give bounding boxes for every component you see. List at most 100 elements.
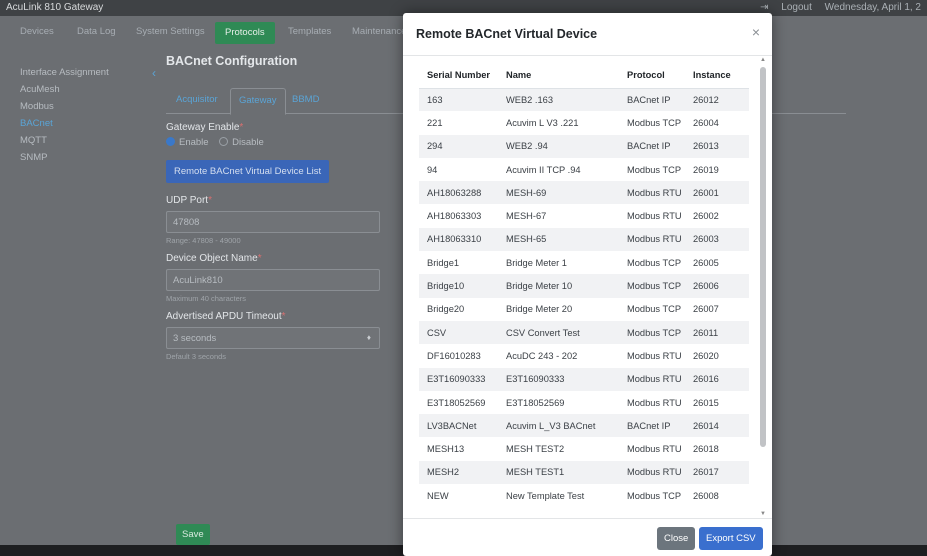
cell-instance: 26012 bbox=[685, 88, 749, 112]
close-button[interactable]: Close bbox=[657, 527, 696, 550]
cell-instance: 26007 bbox=[693, 304, 719, 315]
sidebar-item-mqtt[interactable]: MQTT bbox=[12, 132, 142, 149]
cell-protocol: Modbus RTU bbox=[627, 444, 682, 455]
scrollbar-thumb[interactable] bbox=[760, 67, 766, 447]
table-row[interactable]: 294 WEB2 .94 BACnet IP 26013 bbox=[419, 134, 749, 158]
cell-serial-number: E3T16090333 bbox=[419, 367, 498, 391]
cell-serial-number: AH18063288 bbox=[419, 181, 498, 205]
cell-serial-number: MESH2 bbox=[419, 460, 498, 485]
table-row[interactable]: LV3BACNet Acuvim L_V3 BACnet BACnet IP 2601… bbox=[419, 414, 749, 438]
table-row[interactable]: AH18063303 MESH-67 Modbus RTU 26002 bbox=[419, 204, 749, 227]
cell-instance: 26015 bbox=[693, 397, 719, 408]
cell-protocol: BACnet IP bbox=[619, 88, 685, 112]
nav-system-settings[interactable]: System Settings bbox=[136, 26, 205, 37]
cell-instance: 26011 bbox=[685, 320, 749, 345]
sidebar-item-modbus[interactable]: Modbus bbox=[12, 98, 142, 115]
nav-data-log[interactable]: Data Log bbox=[77, 26, 116, 37]
udp-port-label: UDP Port* bbox=[166, 195, 212, 206]
table-row[interactable]: NEW New Template Test Modbus TCP 26008 bbox=[419, 484, 749, 507]
column-header-serial-number[interactable]: Serial Number bbox=[419, 62, 498, 89]
collapse-sidebar-icon[interactable]: ‹ bbox=[152, 66, 156, 80]
column-header-protocol[interactable]: Protocol bbox=[619, 62, 685, 89]
device-object-name-hint: Maximum 40 characters bbox=[166, 294, 247, 303]
scroll-down-icon[interactable]: ▼ bbox=[760, 511, 766, 517]
nav-maintenance[interactable]: Maintenance bbox=[352, 26, 406, 37]
app-title: AcuLink 810 Gateway bbox=[6, 2, 104, 13]
cell-name: E3T18052569 bbox=[506, 397, 565, 408]
table-row[interactable]: AH18063310 MESH-65 Modbus RTU 26003 bbox=[419, 227, 749, 252]
cell-serial-number: 94 bbox=[427, 164, 438, 175]
tab-acquisitor[interactable]: Acquisitor bbox=[176, 94, 218, 105]
cell-protocol: Modbus RTU bbox=[619, 460, 685, 485]
cell-instance: 26018 bbox=[693, 444, 719, 455]
table-row[interactable]: E3T18052569 E3T18052569 Modbus RTU 26015 bbox=[419, 391, 749, 414]
table-row[interactable]: 94 Acuvim II TCP .94 Modbus TCP 26019 bbox=[419, 158, 749, 181]
cell-instance: 26003 bbox=[685, 227, 749, 252]
cell-serial-number: 221 bbox=[427, 117, 443, 128]
page-title: BACnet Configuration bbox=[166, 54, 298, 68]
table-row[interactable]: Bridge20 Bridge Meter 20 Modbus TCP 26007 bbox=[419, 298, 749, 321]
cell-instance: 26001 bbox=[685, 181, 749, 205]
cell-name: AcuDC 243 - 202 bbox=[506, 350, 578, 361]
table-row[interactable]: E3T16090333 E3T16090333 Modbus RTU 26016 bbox=[419, 367, 749, 391]
sidebar-item-acumesh[interactable]: AcuMesh bbox=[12, 81, 142, 98]
sidebar-item-snmp[interactable]: SNMP bbox=[12, 149, 142, 166]
cell-name: MESH TEST1 bbox=[498, 460, 619, 485]
cell-protocol: Modbus RTU bbox=[627, 397, 682, 408]
apdu-timeout-select[interactable]: 3 seconds bbox=[166, 327, 380, 349]
cell-serial-number: AH18063310 bbox=[419, 227, 498, 252]
column-header-instance[interactable]: Instance bbox=[685, 62, 749, 89]
logout-label: Logout bbox=[781, 2, 812, 13]
cell-serial-number: 294 bbox=[419, 134, 498, 158]
cell-instance: 26002 bbox=[693, 211, 719, 222]
cell-instance: 26020 bbox=[693, 350, 719, 361]
tab-gateway[interactable]: Gateway bbox=[230, 88, 286, 115]
table-row[interactable]: Bridge10 Bridge Meter 10 Modbus TCP 26006 bbox=[419, 274, 749, 298]
modal-header: Remote BACnet Virtual Device × bbox=[403, 13, 772, 56]
sidebar-item-interface-assignment[interactable]: Interface Assignment bbox=[12, 64, 142, 81]
cell-instance: 26005 bbox=[693, 257, 719, 268]
cell-instance: 26014 bbox=[685, 414, 749, 438]
table-row[interactable]: DF16010283 AcuDC 243 - 202 Modbus RTU 26020 bbox=[419, 344, 749, 367]
title-bar-right: ⇥ Logout Wednesday, April 1, 2 bbox=[750, 2, 921, 13]
table-row[interactable]: AH18063288 MESH-69 Modbus RTU 26001 bbox=[419, 181, 749, 205]
enable-radio[interactable]: Enable bbox=[166, 137, 209, 148]
cell-serial-number: LV3BACNet bbox=[419, 414, 498, 438]
cell-name: Bridge Meter 20 bbox=[506, 304, 573, 315]
nav-devices[interactable]: Devices bbox=[20, 26, 54, 37]
cell-name: MESH TEST2 bbox=[506, 444, 565, 455]
table-header-row: Serial Number Name Protocol Instance bbox=[419, 62, 749, 89]
table-row[interactable]: 163 WEB2 .163 BACnet IP 26012 bbox=[419, 88, 749, 112]
tab-bbmd[interactable]: BBMD bbox=[292, 94, 319, 105]
gateway-enable-label: Gateway Enable* bbox=[166, 122, 244, 133]
cell-name: Acuvim II TCP .94 bbox=[506, 164, 581, 175]
nav-protocols[interactable]: Protocols bbox=[215, 22, 275, 44]
cell-name: MESH-69 bbox=[498, 181, 619, 205]
table-row[interactable]: MESH2 MESH TEST1 Modbus RTU 26017 bbox=[419, 460, 749, 485]
device-object-name-input[interactable]: AcuLink810 bbox=[166, 269, 380, 291]
logout-link[interactable]: ⇥ Logout bbox=[760, 2, 812, 13]
table-row[interactable]: Bridge1 Bridge Meter 1 Modbus TCP 26005 bbox=[419, 251, 749, 274]
disable-radio[interactable]: Disable bbox=[219, 137, 264, 148]
date-text: Wednesday, April 1, 2 bbox=[824, 2, 921, 13]
scroll-up-icon[interactable]: ▲ bbox=[760, 57, 766, 63]
column-header-name[interactable]: Name bbox=[498, 62, 619, 89]
cell-serial-number: DF16010283 bbox=[427, 350, 481, 361]
remote-device-list-button[interactable]: Remote BACnet Virtual Device List bbox=[166, 160, 330, 183]
close-icon[interactable]: × bbox=[752, 25, 760, 39]
table-row[interactable]: MESH13 MESH TEST2 Modbus RTU 26018 bbox=[419, 437, 749, 460]
cell-serial-number: MESH13 bbox=[427, 444, 465, 455]
cell-protocol: Modbus RTU bbox=[619, 367, 685, 391]
sidebar-item-bacnet[interactable]: BACnet bbox=[12, 115, 142, 132]
cell-name: WEB2 .94 bbox=[498, 134, 619, 158]
save-button[interactable]: Save bbox=[176, 524, 210, 545]
cell-instance: 26019 bbox=[693, 164, 719, 175]
nav-templates[interactable]: Templates bbox=[288, 26, 331, 37]
cell-serial-number: AH18063303 bbox=[427, 211, 482, 222]
export-csv-button[interactable]: Export CSV bbox=[699, 527, 763, 550]
udp-port-input[interactable]: 47808 bbox=[166, 211, 380, 233]
table-row[interactable]: 221 Acuvim L V3 .221 Modbus TCP 26004 bbox=[419, 111, 749, 134]
modal-scrollbar[interactable]: ▲ ▼ bbox=[759, 57, 767, 517]
cell-name: E3T16090333 bbox=[498, 367, 619, 391]
table-row[interactable]: CSV CSV Convert Test Modbus TCP 26011 bbox=[419, 320, 749, 345]
